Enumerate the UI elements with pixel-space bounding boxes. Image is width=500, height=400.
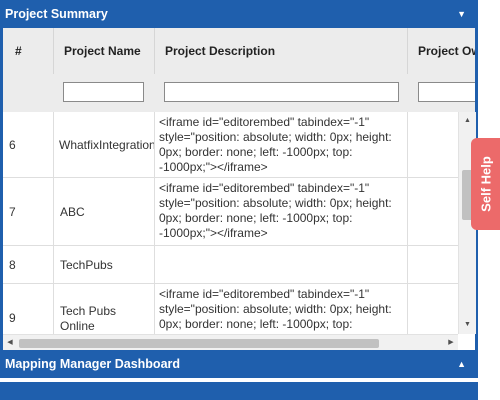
cell-project-description <box>155 246 408 283</box>
cell-project-name: ABC <box>54 178 155 245</box>
column-header-project-description[interactable]: Project Description <box>155 28 408 74</box>
cell-project-name: WhatfixIntegration <box>54 112 155 177</box>
scroll-up-icon[interactable]: ▲ <box>459 114 476 128</box>
mapping-manager-header[interactable]: Mapping Manager Dashboard ▲ <box>0 350 478 378</box>
project-summary-header[interactable]: Project Summary ▼ <box>0 0 478 28</box>
next-panel-header[interactable] <box>0 382 478 400</box>
chevron-up-icon[interactable]: ▲ <box>457 359 466 369</box>
cell-project-description: <iframe id="editorembed" tabindex="-1" s… <box>155 112 408 177</box>
table-row[interactable]: 8 TechPubs <box>3 246 458 284</box>
cell-number: 9 <box>3 284 54 334</box>
table-row[interactable]: 9 Tech Pubs Online <iframe id="editoremb… <box>3 284 458 334</box>
scroll-right-icon[interactable]: ▶ <box>444 335 458 351</box>
cell-project-owner <box>408 284 458 334</box>
table-row[interactable]: 7 ABC <iframe id="editorembed" tabindex=… <box>3 178 458 246</box>
cell-project-description: <iframe id="editorembed" tabindex="-1" s… <box>155 178 408 245</box>
self-help-button[interactable]: Self Help <box>471 138 500 230</box>
cell-project-owner <box>408 246 458 283</box>
cell-number: 8 <box>3 246 54 283</box>
project-summary-panel: # Project Name Project Description Proje… <box>0 28 478 351</box>
project-owner-filter-input[interactable] <box>418 82 475 102</box>
project-summary-title: Project Summary <box>5 7 108 21</box>
horizontal-scroll-thumb[interactable] <box>19 339 379 348</box>
cell-project-name: TechPubs <box>54 246 155 283</box>
column-header-project-name[interactable]: Project Name <box>54 28 155 74</box>
table-body: 6 WhatfixIntegration <iframe id="editore… <box>3 112 458 334</box>
project-name-filter-input[interactable] <box>63 82 144 102</box>
cell-project-owner <box>408 112 458 177</box>
scroll-left-icon[interactable]: ◀ <box>3 335 17 351</box>
cell-project-description: <iframe id="editorembed" tabindex="-1" s… <box>155 284 408 334</box>
cell-project-name: Tech Pubs Online <box>54 284 155 334</box>
column-header-number[interactable]: # <box>3 28 54 74</box>
cell-number: 6 <box>3 112 54 177</box>
chevron-down-icon[interactable]: ▼ <box>457 9 466 19</box>
cell-project-owner <box>408 178 458 245</box>
mapping-manager-title: Mapping Manager Dashboard <box>5 357 181 371</box>
cell-number: 7 <box>3 178 54 245</box>
project-description-filter-input[interactable] <box>164 82 399 102</box>
horizontal-scrollbar[interactable]: ◀ ▶ <box>3 334 458 351</box>
table-row[interactable]: 6 WhatfixIntegration <iframe id="editore… <box>3 112 458 178</box>
self-help-label: Self Help <box>478 156 493 212</box>
column-header-project-owner[interactable]: Project Ow <box>408 28 475 74</box>
scroll-down-icon[interactable]: ▼ <box>459 318 476 332</box>
